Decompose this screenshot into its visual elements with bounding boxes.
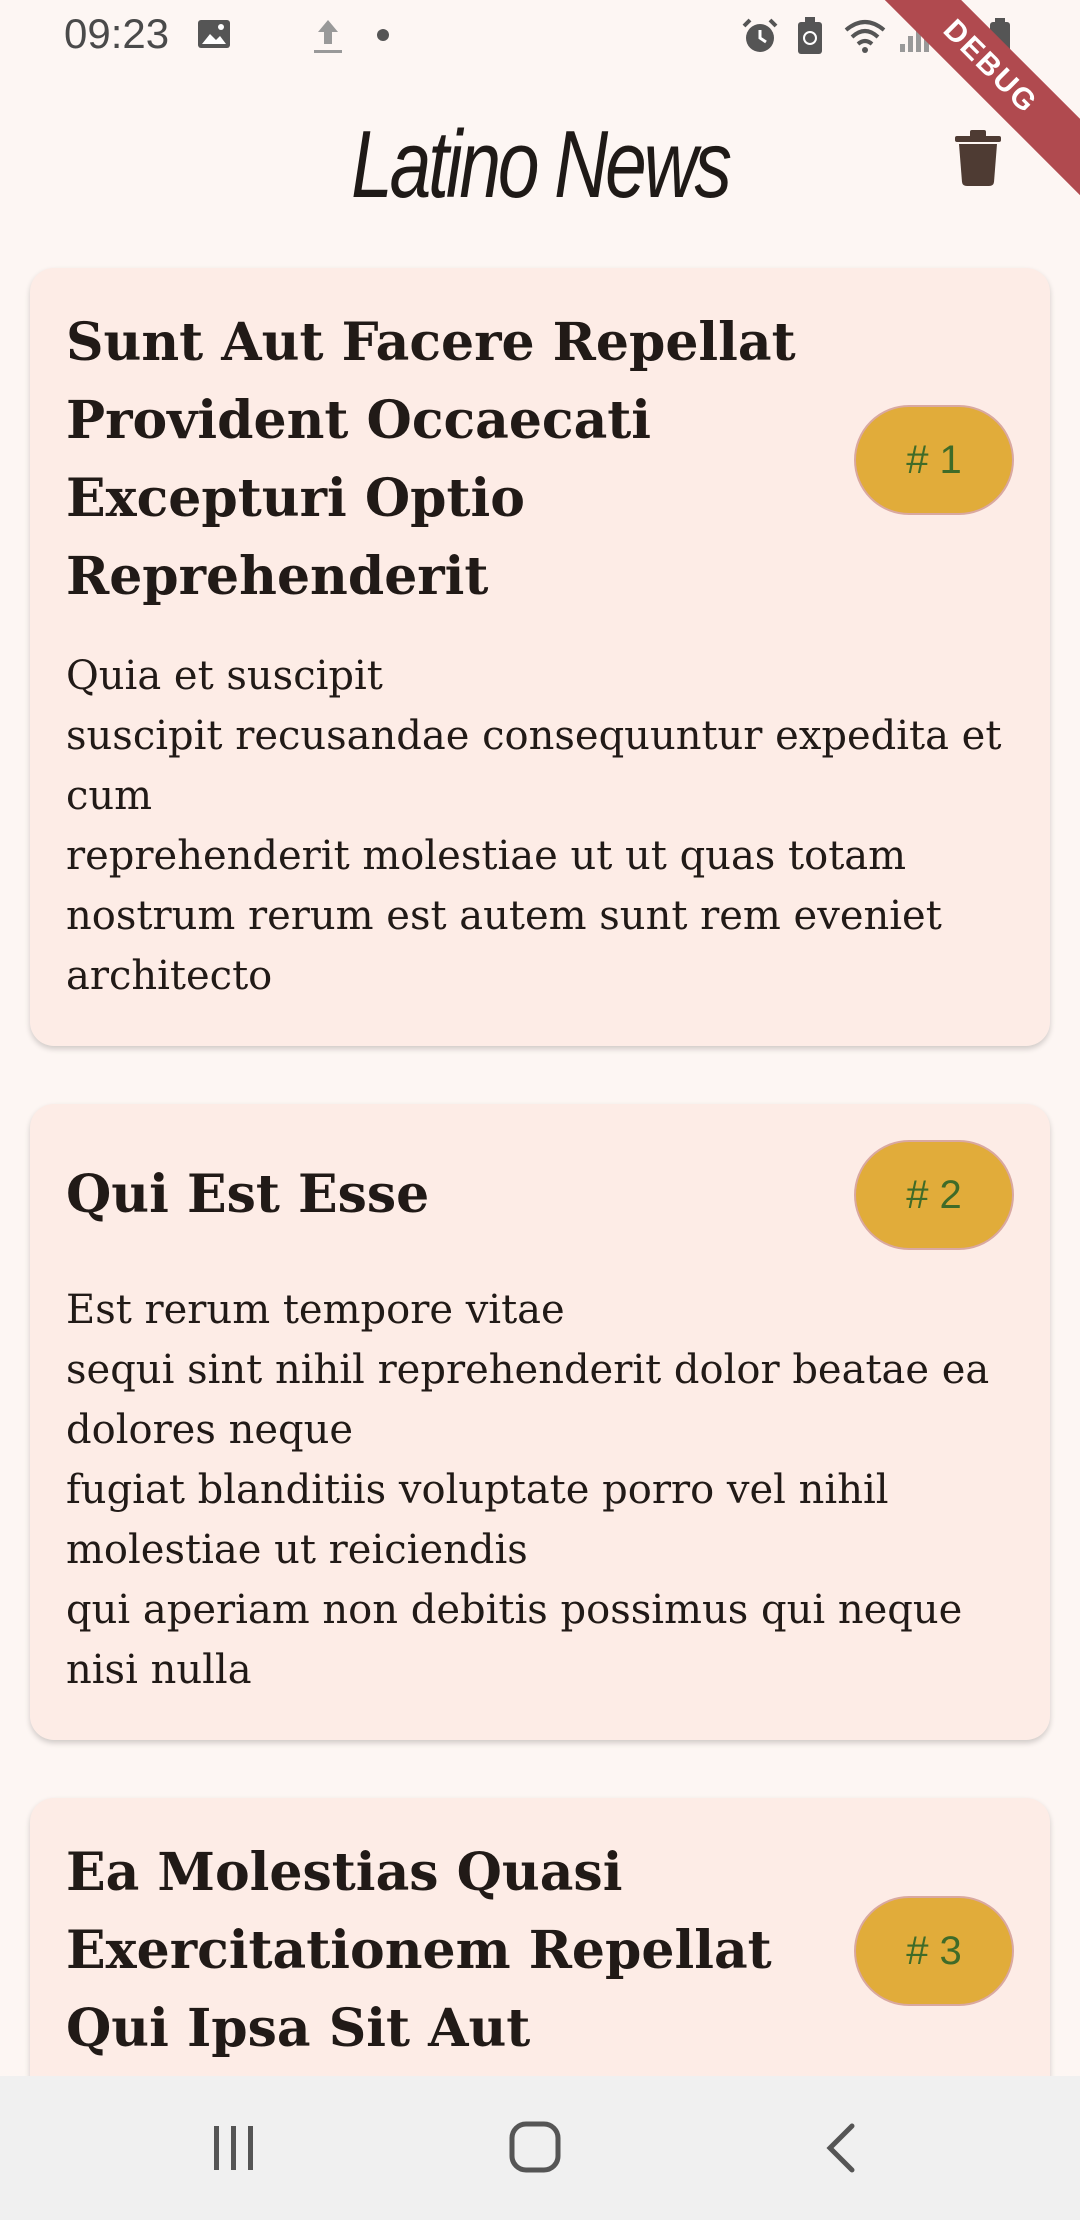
- wifi-icon: [842, 16, 888, 61]
- recent-apps-icon: [214, 2126, 253, 2170]
- post-number-badge: # 1: [854, 405, 1014, 515]
- post-title: Qui Est Esse: [66, 1164, 430, 1225]
- back-icon: [826, 2123, 855, 2173]
- app-bar: Latino News: [0, 100, 1080, 230]
- trash-icon: [955, 130, 1001, 186]
- post-card[interactable]: Sunt Aut Facere Repellat Provident Occae…: [30, 268, 1050, 1046]
- app-title: Latino News: [351, 111, 732, 218]
- post-title: Sunt Aut Facere Repellat Provident Occae…: [66, 312, 796, 607]
- post-number-badge: # 2: [854, 1140, 1014, 1250]
- dot-icon: [376, 28, 390, 47]
- post-number-badge: # 3: [854, 1896, 1014, 2006]
- post-title: Ea Molestias Quasi Exercitationem Repell…: [66, 1842, 772, 2059]
- system-nav-bar: [0, 2076, 1080, 2220]
- image-icon: [196, 16, 232, 57]
- home-icon: [509, 2121, 561, 2173]
- post-body: Est rerum tempore vitae sequi sint nihil…: [66, 1287, 990, 1693]
- battery-saver-icon: [796, 16, 824, 61]
- alarm-icon: [740, 16, 780, 61]
- recent-apps-button[interactable]: [204, 2118, 264, 2178]
- delete-all-button[interactable]: [940, 120, 1016, 196]
- post-list: Sunt Aut Facere Repellat Provident Occae…: [30, 268, 1050, 2196]
- post-body: Quia et suscipit suscipit recusandae con…: [66, 653, 1002, 999]
- home-button[interactable]: [506, 2118, 566, 2178]
- status-time: 09:23: [64, 10, 170, 57]
- post-card[interactable]: Qui Est Esse # 2 Est rerum tempore vitae…: [30, 1104, 1050, 1740]
- back-button[interactable]: [812, 2118, 872, 2178]
- upload-icon: [312, 16, 344, 61]
